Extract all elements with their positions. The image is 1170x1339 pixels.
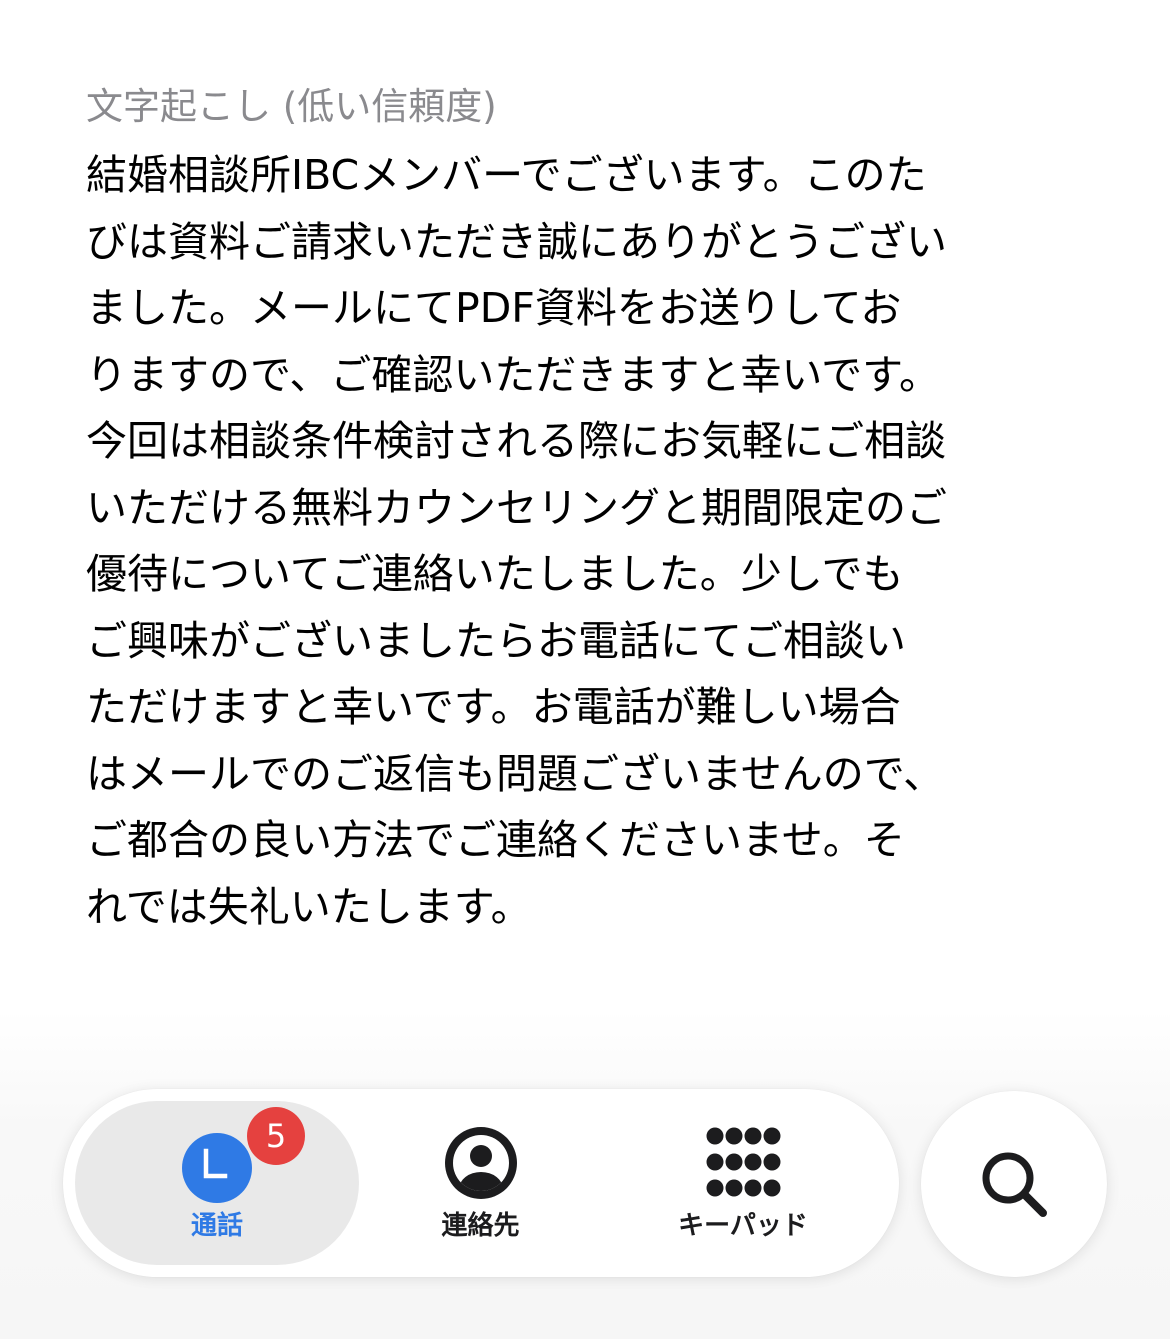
voicemail-transcript: 文字起こし (低い信頼度) 結婚相談所IBCメンバーでございます。このた びは資…: [86, 78, 1096, 940]
transcript-line: いただける無料カウンセリングと期間限定のご: [86, 483, 947, 532]
search-icon: [982, 1152, 1047, 1217]
tab-keypad-label: キーパッド: [678, 1211, 808, 1241]
transcript-line: ただけますと幸いです。お電話が難しい場合: [86, 683, 901, 731]
keypad-icon: [706, 1127, 781, 1197]
transcript-text: 結婚相談所IBCメンバーでございます。このた びは資料ご請求いただき誠にありがと…: [86, 142, 1096, 940]
transcript-line: りますので、ご確認いただきますと幸いです。: [86, 350, 941, 399]
tab-bar: 5 通話 連絡先 キーパッド: [63, 1089, 899, 1277]
tab-keypad[interactable]: キーパッド: [648, 1089, 838, 1277]
missed-calls-badge: 5: [247, 1107, 305, 1165]
tab-contacts[interactable]: 連絡先: [393, 1089, 568, 1277]
transcript-line: びは資料ご請求いただき誠にありがとうござい: [86, 217, 947, 266]
tab-contacts-label: 連絡先: [441, 1211, 520, 1241]
transcript-line: 優待についてご連絡いたしました。少しでも: [86, 550, 904, 598]
transcript-line: ました。メールにてPDF資料をお送りしてお: [86, 284, 902, 332]
clock-icon: [182, 1133, 252, 1203]
tab-calls[interactable]: 5 通話: [75, 1101, 359, 1265]
transcript-line: 今回は相談条件検討される際にお気軽にご相談: [86, 417, 947, 465]
transcript-label: 文字起こし (低い信頼度): [86, 85, 497, 128]
transcript-line: ご都合の良い方法でご連絡くださいませ。そ: [86, 816, 905, 864]
person-circle-icon: [445, 1127, 517, 1199]
transcript-line: ご興味がございましたらお電話にてご相談い: [86, 616, 906, 665]
search-button[interactable]: [921, 1091, 1107, 1277]
transcript-line: れでは失礼いたします。: [86, 882, 532, 931]
transcript-line: はメールでのご返信も問題ございませんので、: [86, 749, 945, 798]
tab-calls-label: 通話: [190, 1211, 243, 1241]
transcript-line: 結婚相談所IBCメンバーでございます。このた: [86, 151, 927, 199]
